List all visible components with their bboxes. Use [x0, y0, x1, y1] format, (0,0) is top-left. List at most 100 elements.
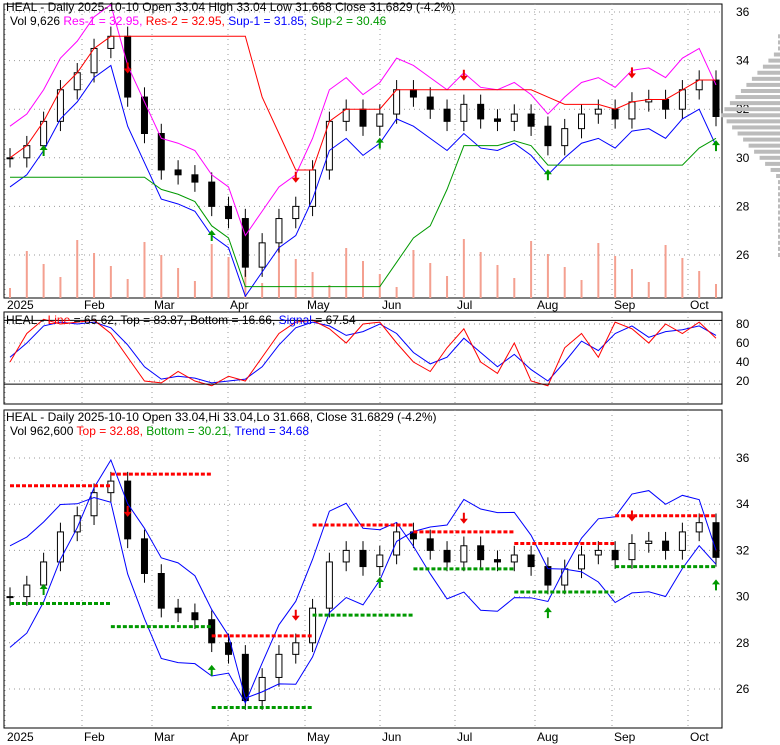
candle-body: [157, 573, 165, 609]
candle-body: [40, 561, 48, 586]
volume-profile-bar: [732, 125, 780, 130]
candle-body: [477, 103, 485, 120]
month-label: Oct: [690, 730, 709, 744]
panel3-title: HEAL - Daily 2025-10-10 Open 33.04,Hi 33…: [6, 410, 437, 424]
volume-profile-bar: [757, 70, 780, 75]
candle-body: [309, 607, 317, 644]
volume-bar: [597, 243, 600, 298]
price-tick: 30: [736, 590, 750, 604]
volume-bar: [446, 276, 449, 298]
candle-body: [342, 549, 350, 563]
volume-profile-bar: [773, 52, 780, 57]
candle-body: [191, 174, 199, 183]
volume-bar: [664, 245, 667, 298]
candle-body: [258, 242, 266, 268]
chart-root: 2025 2025 Feb Feb Mar Mar Apr Apr May May Jun Jun Ju…: [0, 0, 780, 745]
price-tick: 34: [736, 54, 750, 68]
month-label: Oct: [690, 298, 709, 312]
candle-body: [611, 108, 619, 120]
candle-body: [460, 103, 468, 122]
osc-prefix: HEAL -: [6, 313, 48, 327]
candle-body: [426, 538, 434, 551]
volume-bar: [580, 280, 583, 298]
volume-profile-bar: [759, 155, 780, 160]
candle-body: [409, 89, 417, 98]
volume-bar: [59, 277, 62, 298]
trend-text: Trend = 34.68: [234, 424, 310, 438]
month-label: Feb: [84, 730, 105, 744]
candle-body: [561, 568, 569, 586]
volume-bar: [25, 251, 28, 298]
volume-bar: [698, 271, 701, 298]
candle-body: [662, 540, 670, 551]
candle-body: [695, 522, 703, 533]
osc-tick: 40: [736, 355, 750, 369]
osc-tick: 60: [736, 336, 750, 350]
volume-profile-bar: [726, 119, 780, 124]
candle-body: [544, 566, 552, 586]
candle-body: [23, 584, 31, 598]
buy-arrow-icon: [39, 583, 48, 595]
volume-bar: [362, 261, 364, 298]
candle-body: [493, 559, 501, 563]
price-tick: 26: [736, 682, 750, 696]
candle-body: [359, 108, 367, 127]
sell-arrow-icon: [459, 512, 468, 524]
top-text: Top = 32.88,: [76, 424, 143, 438]
price-tick: 28: [736, 636, 750, 650]
volume-profile-bar: [724, 107, 780, 112]
chart-svg: 2025 2025 Feb Feb Mar Mar Apr Apr May May Jun Jun Ju…: [3, 3, 780, 744]
month-label: Sep: [614, 730, 636, 744]
volume-profile-bar: [740, 88, 780, 93]
candle-body: [309, 169, 317, 207]
candle-body: [208, 619, 216, 644]
month-label: 2025: [7, 298, 34, 312]
candle-body: [460, 545, 468, 563]
volume-bar: [294, 259, 297, 298]
volume-profile-bar: [721, 113, 780, 118]
signal-line: [9, 321, 717, 384]
volume-bar: [261, 283, 264, 298]
candle-body: [544, 125, 552, 147]
volume-bar: [143, 242, 146, 298]
month-label: 2025: [7, 730, 34, 744]
volume-bar: [530, 241, 533, 298]
month-label: Aug: [537, 298, 558, 312]
buy-arrow-icon: [712, 579, 720, 591]
price-tick: 26: [736, 248, 750, 262]
candle-body: [561, 128, 569, 147]
volume-bar: [681, 258, 684, 298]
month-label: Apr: [230, 730, 249, 744]
vol-text: Vol 9,626: [10, 14, 61, 28]
candle-body: [594, 108, 602, 115]
candle-body: [359, 549, 367, 568]
candle-body: [594, 549, 602, 556]
volume-profile-bar: [762, 64, 780, 69]
volume-profile-bar: [743, 137, 780, 142]
volume-bar: [614, 256, 617, 298]
month-label: Aug: [537, 730, 558, 744]
volume-profile-bar: [765, 161, 780, 166]
volume-bar: [9, 288, 11, 298]
volume-bar: [345, 248, 348, 298]
panel2-legend: HEAL - Line = 65.62, Top = 83.87, Bottom…: [6, 313, 356, 327]
candle-body: [6, 157, 14, 160]
osc-line: [9, 318, 717, 387]
trend-band: [9, 458, 717, 699]
line-values: = 65.62, Top = 83.87, Bottom = 16.66,: [73, 313, 276, 327]
price-tick: 30: [736, 151, 750, 165]
price-tick: 36: [736, 451, 750, 465]
res1-text: Res-1 = 32.95,: [63, 14, 143, 28]
res2-text: Res-2 = 32.95,: [145, 14, 225, 28]
volume-bar: [109, 266, 112, 298]
price-tick: 34: [736, 497, 750, 511]
month-label: Feb: [84, 298, 105, 312]
month-label: Jun: [382, 298, 401, 312]
candle-body: [393, 531, 401, 556]
volume-bar: [429, 263, 432, 298]
volume-profile-bar: [770, 167, 780, 172]
candle-body: [628, 542, 636, 561]
candle-body: [225, 205, 233, 220]
candle-body: [376, 113, 384, 127]
price-tick: 32: [736, 543, 750, 557]
